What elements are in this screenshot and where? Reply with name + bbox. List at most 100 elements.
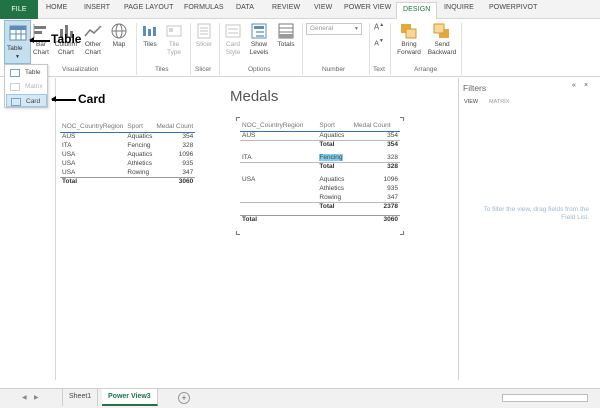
column-header[interactable]: Sport (125, 122, 155, 133)
tab-home[interactable]: HOME (46, 4, 67, 11)
totals-label: Totals (277, 41, 295, 48)
next-sheet-icon[interactable]: ▶ (34, 394, 39, 401)
table-cell (317, 214, 352, 224)
slicer-button[interactable]: Slicer (194, 23, 214, 49)
close-icon[interactable]: × (584, 82, 588, 89)
table-row[interactable]: ITA Fencing 328 (240, 153, 400, 162)
column-header[interactable]: NOC_CountryRegion (240, 121, 318, 132)
tab-view-filters[interactable]: VIEW (464, 99, 478, 105)
tab-inquire[interactable]: INQUIRE (444, 4, 474, 11)
total-row[interactable]: Total 3060 (60, 176, 196, 186)
show-levels-icon (251, 23, 267, 39)
resize-handle[interactable] (236, 231, 240, 235)
total-row[interactable]: Total 3060 (240, 214, 400, 224)
table-row[interactable]: USA Athletics 935 (60, 159, 195, 168)
tab-matrix-filters[interactable]: MATRIX (489, 99, 509, 105)
subtotal-row[interactable]: Total 2378 (240, 201, 400, 211)
table-row[interactable]: USA Rowing 347 (60, 168, 195, 177)
tab-data[interactable]: DATA (236, 4, 254, 11)
add-sheet-icon[interactable]: + (178, 392, 190, 404)
table-row[interactable]: ITA Fencing 328 (60, 141, 195, 150)
menu-item-matrix[interactable]: Matrix (6, 80, 47, 93)
other-chart-button[interactable]: Other Chart (82, 23, 104, 57)
subtotal-row[interactable]: Total 354 (240, 139, 400, 149)
tab-view[interactable]: VIEW (314, 4, 332, 11)
table-row[interactable]: AUS Aquatics 354 (240, 131, 400, 140)
show-levels-button[interactable]: Show Levels (247, 23, 271, 57)
group-slicer-label: Slicer (195, 66, 212, 73)
card-icon (11, 98, 21, 106)
tab-power-view[interactable]: POWER VIEW (344, 4, 391, 11)
tile-type-icon (166, 25, 182, 37)
column-chart-label-2: Chart (58, 49, 74, 56)
table-cell (240, 161, 318, 171)
selected-cell[interactable]: Fencing (319, 153, 343, 161)
group-label: AUS (242, 132, 256, 139)
power-view-canvas[interactable]: Medals NOC_CountryRegion Sport Medal Cou… (56, 80, 454, 380)
decrease-font-icon[interactable]: A▼ (372, 37, 386, 48)
table-cell: USA (62, 151, 76, 158)
card-style-button[interactable]: Card Style (222, 23, 244, 57)
chevron-down-icon: ▼ (15, 54, 20, 60)
table-row[interactable]: Athletics 935 (240, 184, 400, 193)
tiles-button[interactable]: Tiles (140, 23, 160, 49)
tab-review[interactable]: REVIEW (272, 4, 300, 11)
increase-font-icon[interactable]: A▲ (372, 21, 386, 32)
tab-formulas[interactable]: FORMULAS (184, 4, 224, 11)
group-number-label: Number (322, 66, 346, 73)
filters-title: Filters (463, 83, 487, 93)
column-header[interactable]: Medal Count (154, 122, 196, 133)
tab-insert[interactable]: INSERT (84, 4, 110, 11)
slicer-icon (197, 23, 211, 39)
column-header[interactable]: Sport (317, 121, 352, 132)
menu-item-card[interactable]: Card (6, 94, 47, 107)
tile-type-button[interactable]: Tile Type (164, 23, 184, 57)
table-row[interactable]: USA Aquatics 1096 (240, 175, 400, 184)
map-button[interactable]: Map (109, 23, 129, 49)
ribbon: Table ▼ Bar Chart Column Chart Other Cha… (0, 19, 600, 77)
group-text-label: Text (373, 66, 385, 73)
table-cell: Athletics (127, 160, 152, 167)
table-button[interactable]: Table ▼ (4, 20, 31, 64)
other-chart-label-1: Other (84, 41, 102, 48)
total-value: 3060 (351, 214, 400, 224)
table-row[interactable]: Rowing 347 (240, 193, 400, 202)
menu-item-table[interactable]: Table (6, 66, 47, 79)
group-tiles-label: Tiles (155, 66, 169, 73)
resize-handle[interactable] (400, 117, 404, 121)
matrix-visualization[interactable]: NOC_CountryRegion Sport Medal Count AUS A… (236, 117, 404, 235)
tab-powerpivot[interactable]: POWERPIVOT (489, 4, 537, 11)
send-backward-button[interactable]: Send Backward (426, 23, 458, 57)
sheet-tab-sheet1[interactable]: Sheet1 (62, 389, 99, 406)
resize-handle[interactable] (400, 231, 404, 235)
group-visualization-label: Visualization (62, 66, 99, 73)
tab-design[interactable]: DESIGN (396, 2, 438, 20)
table-row[interactable]: AUS Aquatics 354 (60, 132, 195, 141)
group-arrange-label: Arrange (414, 66, 438, 73)
slicer-label: Slicer (195, 41, 213, 48)
table-icon (9, 25, 27, 41)
table-cell: 328 (182, 142, 194, 149)
tab-file[interactable]: FILE (0, 0, 38, 19)
tile-type-label-2: Type (166, 49, 182, 56)
ribbon-separator (302, 23, 303, 75)
horizontal-scrollbar[interactable] (502, 394, 588, 402)
bring-forward-button[interactable]: Bring Forward (393, 23, 425, 57)
column-header[interactable]: Medal Count (351, 121, 400, 132)
medal-table[interactable]: NOC_CountryRegion Sport Medal Count AUS A… (60, 122, 196, 186)
page-title[interactable]: Medals (230, 88, 278, 105)
table-cell: 1096 (178, 151, 194, 158)
matrix-table[interactable]: NOC_CountryRegion Sport Medal Count AUS A… (240, 121, 400, 224)
sheet-tab-power-view3[interactable]: Power View3 (102, 389, 158, 406)
column-header[interactable]: NOC_CountryRegion (60, 122, 126, 133)
show-levels-label-1: Show (250, 41, 268, 48)
totals-button[interactable]: Totals (275, 23, 297, 49)
group-label: USA (242, 176, 256, 183)
collapse-icon[interactable]: « (572, 82, 576, 89)
table-row[interactable]: USA Aquatics 1096 (60, 150, 195, 159)
number-format-select[interactable]: General ▼ (306, 23, 362, 35)
subtotal-row[interactable]: Total 328 (240, 161, 400, 171)
previous-sheet-icon[interactable]: ◀ (22, 394, 27, 401)
menu-item-label: Card (26, 98, 41, 105)
tab-page-layout[interactable]: PAGE LAYOUT (124, 4, 173, 11)
